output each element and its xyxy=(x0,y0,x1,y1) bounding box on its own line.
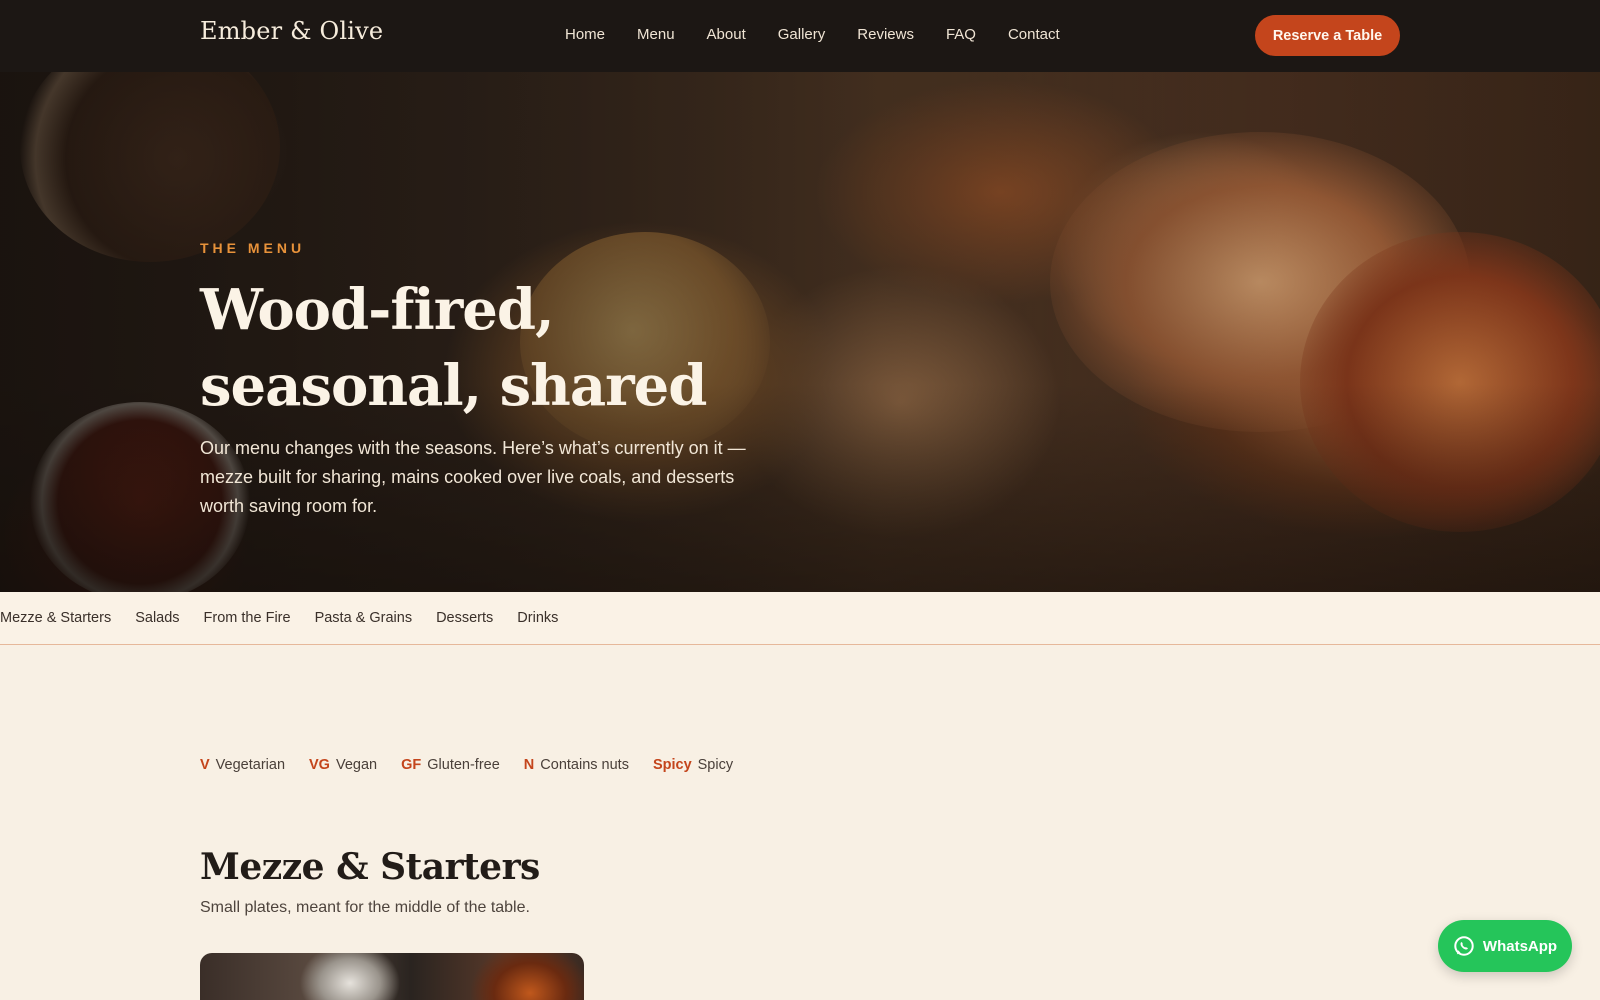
nav-menu[interactable]: Menu xyxy=(637,26,675,43)
category-salads[interactable]: Salads xyxy=(135,610,179,626)
legend-label: Gluten-free xyxy=(427,757,500,773)
legend-label: Vegetarian xyxy=(215,757,286,773)
whatsapp-label: WhatsApp xyxy=(1482,937,1558,955)
menu-category-nav: Mezze & Starters Salads From the Fire Pa… xyxy=(0,592,1600,645)
legend-label: Spicy xyxy=(697,757,734,773)
whatsapp-button[interactable]: WhatsApp xyxy=(1438,920,1572,972)
hero-banner: THE MENU Wood-fired, seasonal, shared Ou… xyxy=(0,72,1600,592)
legend-code: VG xyxy=(309,757,330,773)
nav-home[interactable]: Home xyxy=(565,26,605,43)
category-from-the-fire[interactable]: From the Fire xyxy=(204,610,291,626)
legend-code: GF xyxy=(401,757,422,773)
category-drinks[interactable]: Drinks xyxy=(517,610,558,626)
section-title: Mezze & Starters xyxy=(200,846,540,888)
site-header: Ember & Olive Home Menu About Gallery Re… xyxy=(0,0,1600,72)
legend-code: V xyxy=(200,757,210,773)
legend-vegan: VG Vegan xyxy=(309,757,377,773)
menu-item-card-image[interactable] xyxy=(200,953,584,1000)
hero-title: Wood-fired, seasonal, shared xyxy=(200,277,707,419)
whatsapp-icon xyxy=(1454,936,1474,956)
legend-contains-nuts: N Contains nuts xyxy=(524,757,629,773)
brand-logo[interactable]: Ember & Olive xyxy=(200,17,383,45)
hero-description: Our menu changes with the seasons. Here’… xyxy=(200,438,746,516)
legend-label: Vegan xyxy=(335,757,378,773)
dietary-legend: V Vegetarian VG Vegan GF Gluten-free N C… xyxy=(200,757,757,773)
nav-reviews[interactable]: Reviews xyxy=(857,26,914,43)
legend-gluten-free: GF Gluten-free xyxy=(401,757,500,773)
hero-eyebrow: THE MENU xyxy=(200,240,306,256)
category-mezze-starters[interactable]: Mezze & Starters xyxy=(0,610,111,626)
legend-label: Contains nuts xyxy=(540,757,629,773)
legend-spicy: Spicy Spicy xyxy=(653,757,733,773)
nav-contact[interactable]: Contact xyxy=(1008,26,1060,43)
reserve-table-button[interactable]: Reserve a Table xyxy=(1255,15,1400,56)
legend-code: N xyxy=(523,757,535,773)
main-nav: Home Menu About Gallery Reviews FAQ Cont… xyxy=(565,26,1092,43)
legend-code: Spicy xyxy=(652,757,692,773)
category-pasta-grains[interactable]: Pasta & Grains xyxy=(315,610,413,626)
section-subtitle: Small plates, meant for the middle of th… xyxy=(200,899,530,916)
legend-vegetarian: V Vegetarian xyxy=(200,757,285,773)
category-desserts[interactable]: Desserts xyxy=(436,610,493,626)
nav-about[interactable]: About xyxy=(707,26,746,43)
nav-gallery[interactable]: Gallery xyxy=(778,26,826,43)
nav-faq[interactable]: FAQ xyxy=(946,26,976,43)
